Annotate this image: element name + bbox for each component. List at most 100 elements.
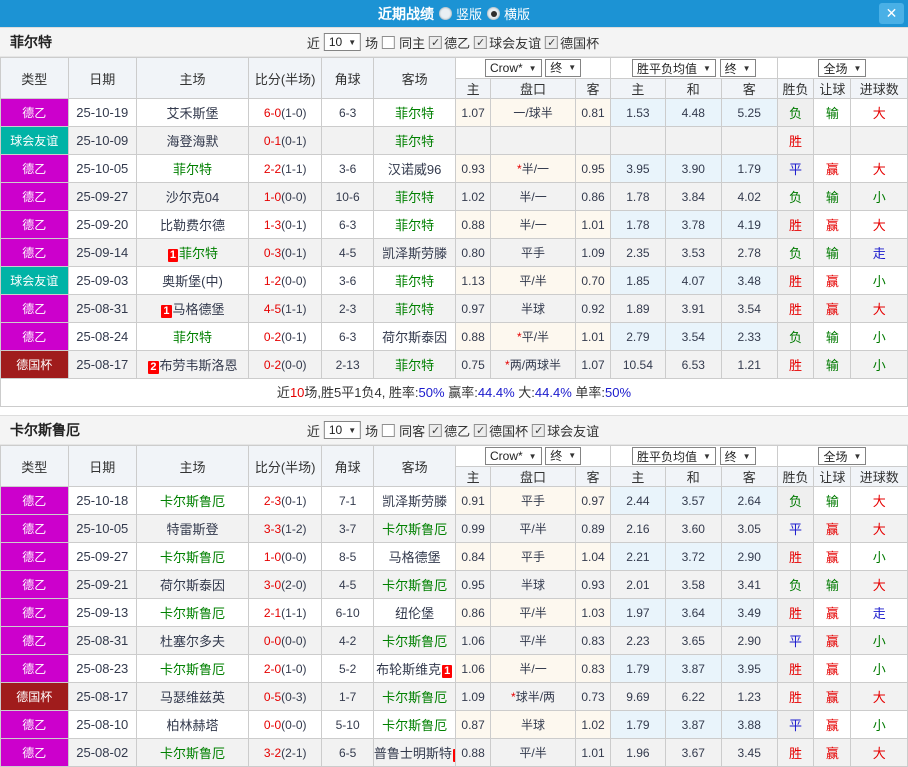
home-team-name[interactable]: 比勒费尔德 xyxy=(160,218,225,233)
col-header-date: 日期 xyxy=(67,445,138,487)
match-row: 德乙 25-10-18 卡尔斯鲁厄 2-3(0-1) 7-1 凯泽斯劳滕 0.91 平手 0.9… xyxy=(0,486,908,515)
away-team-name[interactable]: 普鲁士明斯特 xyxy=(374,746,452,761)
home-team-name[interactable]: 荷尔斯泰因 xyxy=(160,578,225,593)
avg-odds-select[interactable]: 胜平负均值 ▼ xyxy=(632,447,716,465)
away-team-name[interactable]: 卡尔斯鲁厄 xyxy=(382,522,447,537)
away-team-name[interactable]: 菲尔特 xyxy=(395,218,434,233)
fulltime-score[interactable]: 6-0 xyxy=(264,106,281,120)
handicap-home-odds: 1.07 xyxy=(455,98,491,127)
same-venue-label: 同主 xyxy=(399,35,426,51)
layout-radio-vertical[interactable]: 竖版 xyxy=(438,4,482,23)
away-team-name[interactable]: 菲尔特 xyxy=(395,106,434,121)
home-team-name[interactable]: 菲尔特 xyxy=(173,330,212,345)
odds-time-select[interactable]: 终 ▼ xyxy=(545,446,582,465)
away-team-name[interactable]: 菲尔特 xyxy=(395,134,434,149)
fulltime-score[interactable]: 0-3 xyxy=(264,246,281,260)
away-team-name[interactable]: 汉诺威96 xyxy=(388,162,441,177)
away-team-name[interactable]: 菲尔特 xyxy=(395,302,434,317)
fulltime-score[interactable]: 0-0 xyxy=(264,718,281,732)
fulltime-score[interactable]: 4-5 xyxy=(264,302,281,316)
odds-time-select[interactable]: 终 ▼ xyxy=(545,58,582,77)
fulltime-score[interactable]: 0-5 xyxy=(264,690,281,704)
league-checkbox-1[interactable]: ✓ xyxy=(474,35,488,49)
score-cell: 3-2(2-1) xyxy=(247,738,323,767)
away-team-name[interactable]: 凯泽斯劳滕 xyxy=(382,494,447,509)
fulltime-score[interactable]: 1-2 xyxy=(264,274,281,288)
league-checkbox-2[interactable]: ✓ xyxy=(532,423,546,437)
league-checkbox-1[interactable]: ✓ xyxy=(474,423,488,437)
home-team-name[interactable]: 卡尔斯鲁厄 xyxy=(160,494,225,509)
home-team-name[interactable]: 海登海默 xyxy=(166,134,218,149)
result-cell: 平 xyxy=(776,710,815,739)
halftime-score: (0-0) xyxy=(281,189,307,204)
away-team-name[interactable]: 荷尔斯泰因 xyxy=(382,330,447,345)
avg-odds-select[interactable]: 胜平负均值 ▼ xyxy=(632,59,716,77)
scope-select[interactable]: 全场 ▼ xyxy=(818,59,867,77)
league-checkbox-0[interactable]: ✓ xyxy=(429,423,443,437)
fulltime-score[interactable]: 0-1 xyxy=(264,134,281,148)
avg-draw-odds: 4.07 xyxy=(665,266,722,295)
away-team-name[interactable]: 菲尔特 xyxy=(395,274,434,289)
home-team-name[interactable]: 卡尔斯鲁厄 xyxy=(160,662,225,677)
league-checkbox-0[interactable]: ✓ xyxy=(429,35,443,49)
league-cell: 德乙 xyxy=(0,514,69,543)
away-team-name[interactable]: 纽伦堡 xyxy=(395,606,434,621)
home-team-name[interactable]: 柏林赫塔 xyxy=(166,718,218,733)
away-team-name[interactable]: 马格德堡 xyxy=(389,550,441,565)
same-venue-checkbox[interactable] xyxy=(382,35,396,49)
fulltime-score[interactable]: 3-0 xyxy=(264,578,281,592)
home-team-name[interactable]: 布劳韦斯洛恩 xyxy=(160,358,238,373)
home-team-name[interactable]: 卡尔斯鲁厄 xyxy=(160,606,225,621)
fulltime-score[interactable]: 1-0 xyxy=(264,550,281,564)
fulltime-score[interactable]: 1-0 xyxy=(264,190,281,204)
home-team-name[interactable]: 杜塞尔多夫 xyxy=(160,634,225,649)
handicap-line-cell: 平/半 xyxy=(489,598,577,627)
fulltime-score[interactable]: 3-2 xyxy=(264,746,281,760)
home-team-name[interactable]: 菲尔特 xyxy=(179,246,218,261)
home-team-name[interactable]: 菲尔特 xyxy=(173,162,212,177)
close-button[interactable]: ✕ xyxy=(879,3,904,24)
league-cell: 德国杯 xyxy=(0,350,69,379)
home-team-name[interactable]: 特雷斯登 xyxy=(166,522,218,537)
halftime-score: (1-2) xyxy=(281,521,307,536)
fulltime-score[interactable]: 2-1 xyxy=(264,606,281,620)
home-team-name[interactable]: 马瑟维兹英 xyxy=(160,690,225,705)
fulltime-score[interactable]: 2-3 xyxy=(264,494,281,508)
home-team-cell: 菲尔特 xyxy=(136,322,249,351)
fulltime-score[interactable]: 3-3 xyxy=(264,522,281,536)
away-team-name[interactable]: 布轮斯维克 xyxy=(376,662,441,677)
date-cell: 25-09-27 xyxy=(67,542,138,571)
layout-radio-horizontal[interactable]: 横版 xyxy=(487,4,530,23)
avg-time-select[interactable]: 终 ▼ xyxy=(719,447,756,465)
fulltime-score[interactable]: 0-2 xyxy=(264,330,281,344)
match-count-select[interactable]: 10 ▼ xyxy=(323,33,362,51)
away-team-name[interactable]: 菲尔特 xyxy=(395,190,434,205)
away-team-name[interactable]: 菲尔特 xyxy=(395,358,434,373)
home-team-name[interactable]: 艾禾斯堡 xyxy=(166,106,218,121)
home-team-name[interactable]: 卡尔斯鲁厄 xyxy=(160,746,225,761)
away-team-name[interactable]: 卡尔斯鲁厄 xyxy=(382,690,447,705)
away-team-name[interactable]: 卡尔斯鲁厄 xyxy=(382,634,447,649)
home-team-name[interactable]: 马格德堡 xyxy=(173,302,225,317)
fulltime-score[interactable]: 2-0 xyxy=(264,662,281,676)
away-team-name[interactable]: 卡尔斯鲁厄 xyxy=(382,578,447,593)
handicap-line: 平手 xyxy=(521,550,546,564)
league-checkbox-2[interactable]: ✓ xyxy=(545,35,559,49)
bookmaker-select[interactable]: Crow* ▼ xyxy=(484,447,542,466)
home-team-name[interactable]: 奥斯堡(中) xyxy=(162,274,223,289)
fulltime-score[interactable]: 2-2 xyxy=(264,162,281,176)
fulltime-score[interactable]: 0-0 xyxy=(264,634,281,648)
fulltime-score[interactable]: 1-3 xyxy=(264,218,281,232)
scope-select[interactable]: 全场 ▼ xyxy=(818,447,867,465)
fulltime-score[interactable]: 0-2 xyxy=(264,358,281,372)
avg-draw-odds: 3.53 xyxy=(665,238,722,267)
match-count-select[interactable]: 10 ▼ xyxy=(323,421,362,439)
record-summary: 近10场,胜5平1负4, 胜率:50% 赢率:44.4% 大:44.4% 单率:… xyxy=(0,379,908,407)
same-venue-checkbox[interactable] xyxy=(382,423,396,437)
away-team-name[interactable]: 凯泽斯劳滕 xyxy=(382,246,447,261)
home-team-name[interactable]: 沙尔克04 xyxy=(166,190,219,205)
avg-time-select[interactable]: 终 ▼ xyxy=(719,59,756,77)
bookmaker-select[interactable]: Crow* ▼ xyxy=(484,59,542,78)
away-team-name[interactable]: 卡尔斯鲁厄 xyxy=(382,718,447,733)
home-team-name[interactable]: 卡尔斯鲁厄 xyxy=(160,550,225,565)
